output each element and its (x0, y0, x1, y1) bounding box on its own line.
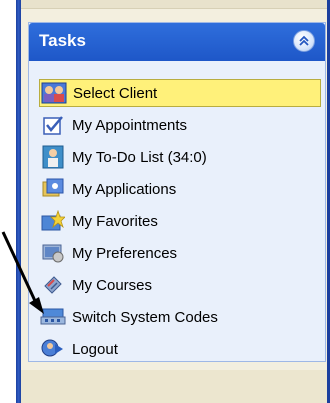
task-label: Select Client (73, 84, 158, 102)
panel-bottom-strip (21, 370, 327, 403)
tasks-header[interactable]: Tasks (29, 23, 325, 61)
task-my-preferences[interactable]: My Preferences (39, 239, 321, 267)
task-my-favorites[interactable]: My Favorites (39, 207, 321, 235)
client-group-icon (40, 79, 68, 107)
task-label: My Applications (72, 180, 177, 198)
task-logout[interactable]: Logout (39, 335, 321, 363)
preferences-icon (39, 239, 67, 267)
logout-icon (39, 335, 67, 363)
task-my-courses[interactable]: My Courses (39, 271, 321, 299)
task-my-todo-list[interactable]: My To-Do List (34:0) (39, 143, 321, 171)
task-label: Switch System Codes (72, 308, 218, 326)
person-todo-icon (39, 143, 67, 171)
applications-icon (39, 175, 67, 203)
task-select-client[interactable]: Select Client (39, 79, 321, 107)
task-label: Logout (72, 340, 118, 358)
task-label: My To-Do List (34:0) (72, 148, 207, 166)
courses-icon (39, 271, 67, 299)
task-label: My Appointments (72, 116, 188, 134)
tasks-pane: Tasks Select Client My Appointments My T… (28, 22, 326, 362)
checkbox-check-icon (39, 111, 67, 139)
switch-network-icon (39, 303, 67, 331)
double-chevron-up-icon[interactable] (293, 30, 315, 52)
panel-top-strip (21, 0, 330, 9)
task-label: My Favorites (72, 212, 158, 230)
task-label: My Courses (72, 276, 153, 294)
task-my-applications[interactable]: My Applications (39, 175, 321, 203)
left-margin (0, 0, 16, 403)
star-favorites-icon (39, 207, 67, 235)
tasks-title: Tasks (39, 31, 86, 50)
task-my-appointments[interactable]: My Appointments (39, 111, 321, 139)
task-label: My Preferences (72, 244, 178, 262)
task-switch-system-codes[interactable]: Switch System Codes (39, 303, 321, 331)
